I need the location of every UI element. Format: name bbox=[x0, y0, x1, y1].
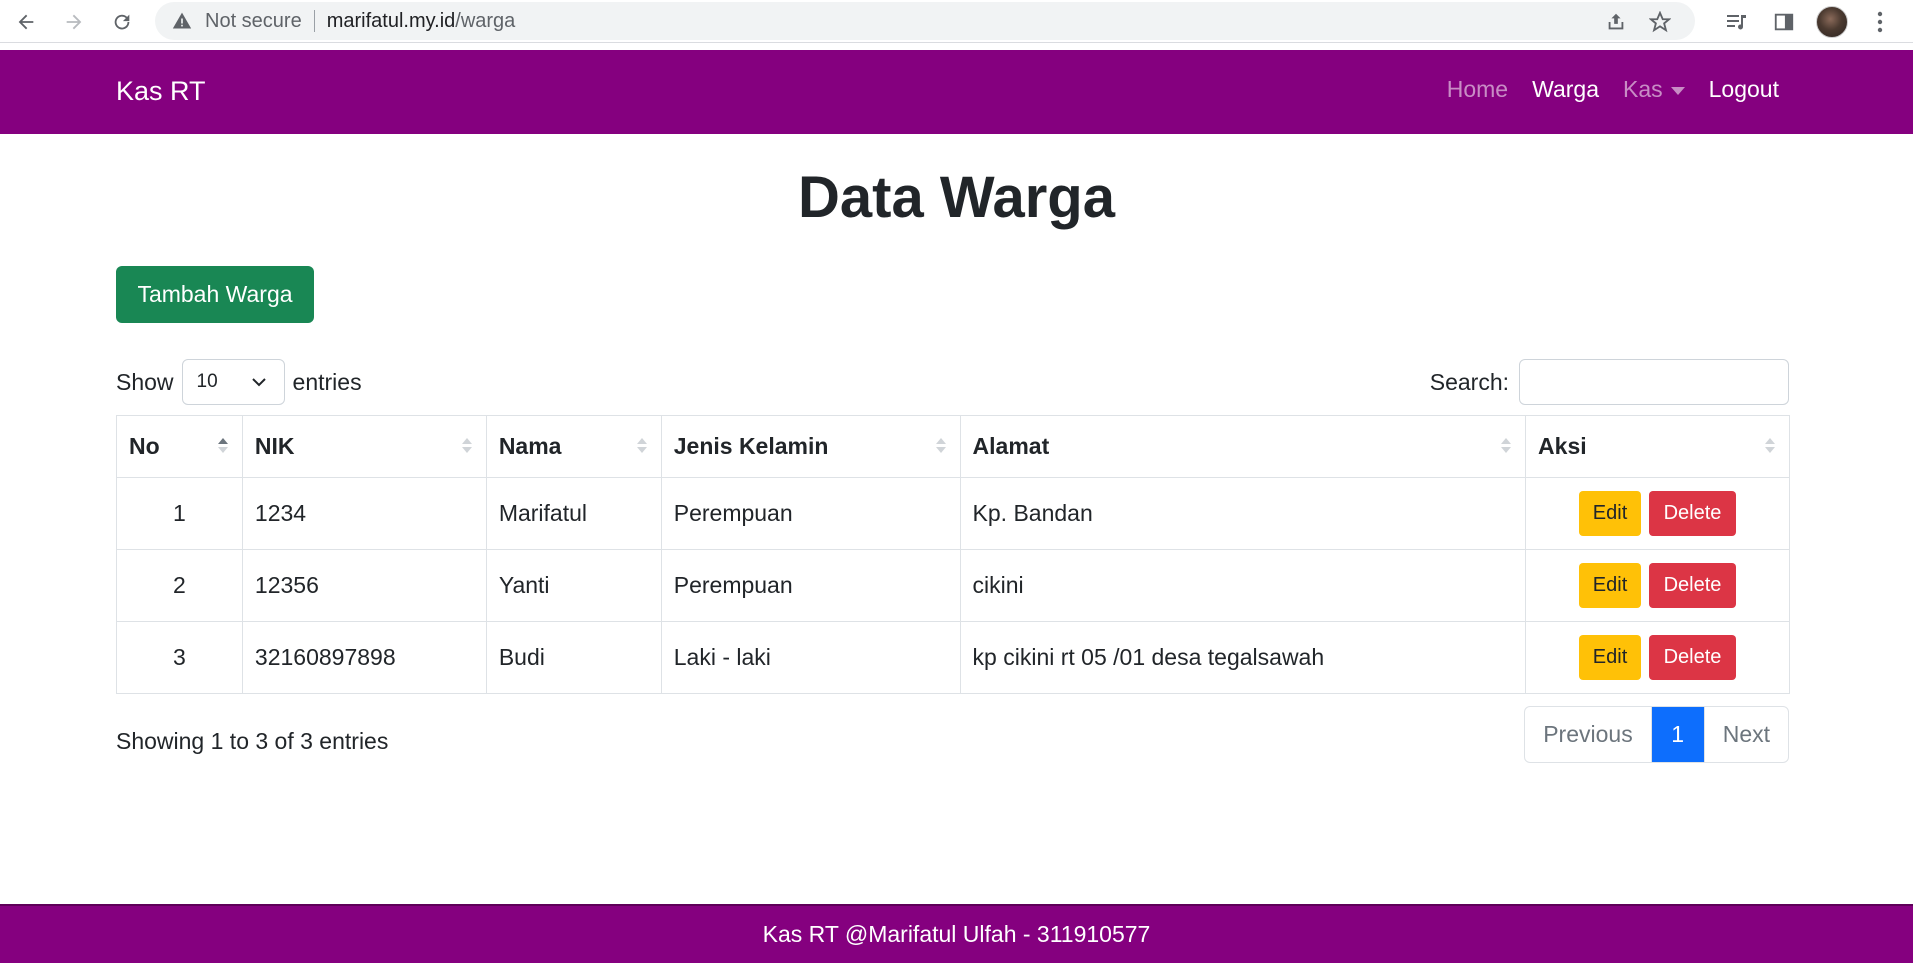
page-title: Data Warga bbox=[798, 165, 1115, 230]
column-header-label: Nama bbox=[498, 433, 562, 459]
cell-no: 3 bbox=[116, 621, 243, 694]
bookmark-star-icon[interactable] bbox=[1648, 10, 1672, 38]
omnibox-divider bbox=[313, 10, 315, 32]
sort-icon bbox=[217, 438, 228, 458]
nav-warga[interactable]: Warga bbox=[1532, 76, 1599, 103]
warning-icon bbox=[171, 10, 193, 32]
cell-nik: 1234 bbox=[241, 477, 487, 550]
column-header-label: Jenis Kelamin bbox=[673, 433, 829, 459]
delete-button[interactable]: Delete bbox=[1649, 563, 1737, 608]
cell-nik: 32160897898 bbox=[241, 621, 487, 694]
cell-jenis-kelamin: Perempuan bbox=[660, 477, 961, 550]
edit-button[interactable]: Edit bbox=[1579, 635, 1642, 680]
share-icon[interactable] bbox=[1605, 11, 1627, 38]
cell-nama: Budi bbox=[485, 621, 662, 694]
caret-down-icon bbox=[1670, 86, 1685, 95]
nav-kas-label: Kas bbox=[1623, 76, 1663, 102]
cell-no: 1 bbox=[116, 477, 243, 550]
entries-select[interactable]: 10 bbox=[181, 359, 285, 405]
column-header-no[interactable]: No bbox=[116, 415, 243, 478]
url-host: marifatul.my.id bbox=[326, 9, 456, 32]
show-label: Show bbox=[116, 368, 174, 395]
cell-alamat: Kp. Bandan bbox=[959, 477, 1527, 550]
search-input[interactable] bbox=[1519, 359, 1789, 405]
browser-toolbar: Not secure marifatul.my.id/warga bbox=[0, 0, 1913, 43]
table-row: 2 12356 Yanti Perempuan cikini Edit Delet… bbox=[116, 549, 1790, 622]
column-header-label: No bbox=[129, 433, 160, 459]
column-header-aksi[interactable]: Aksi bbox=[1525, 415, 1790, 478]
table-info: Showing 1 to 3 of 3 entries bbox=[116, 728, 389, 754]
next-button[interactable]: Next bbox=[1703, 707, 1788, 762]
column-header-label: Alamat bbox=[972, 433, 1050, 459]
security-label[interactable]: Not secure bbox=[205, 10, 302, 33]
navbar-brand[interactable]: Kas RT bbox=[116, 76, 206, 107]
cell-nama: Yanti bbox=[485, 549, 662, 622]
url-path: /warga bbox=[455, 9, 516, 32]
table-row: 1 1234 Marifatul Perempuan Kp. Bandan Ed… bbox=[116, 477, 1790, 550]
cell-nama: Marifatul bbox=[485, 477, 662, 550]
table-header-row: No NIK Nama Jenis Kelamin Alamat Aksi bbox=[116, 415, 1790, 478]
page-footer: Kas RT @Marifatul Ulfah - 311910577 bbox=[0, 904, 1913, 963]
sort-icon bbox=[1501, 438, 1512, 458]
delete-button[interactable]: Delete bbox=[1649, 491, 1737, 536]
pagination: Previous 1 Next bbox=[1524, 706, 1789, 763]
cell-alamat: cikini bbox=[959, 549, 1527, 622]
sort-icon bbox=[1765, 438, 1775, 458]
cell-aksi: Edit Delete bbox=[1525, 549, 1790, 622]
edit-button[interactable]: Edit bbox=[1579, 491, 1642, 536]
avatar bbox=[1816, 6, 1848, 38]
chevron-down-icon bbox=[251, 371, 266, 393]
url-text[interactable]: marifatul.my.id/warga bbox=[327, 10, 516, 33]
cell-no: 2 bbox=[116, 549, 243, 622]
sort-icon bbox=[935, 438, 946, 458]
nav-home[interactable]: Home bbox=[1447, 76, 1508, 103]
profile-avatar[interactable] bbox=[1814, 4, 1850, 40]
table-row: 3 32160897898 Budi Laki - laki kp cikini… bbox=[116, 621, 1790, 694]
previous-button[interactable]: Previous bbox=[1525, 707, 1652, 762]
add-warga-button[interactable]: Tambah Warga bbox=[116, 266, 314, 323]
forward-icon[interactable] bbox=[56, 4, 92, 40]
delete-button[interactable]: Delete bbox=[1649, 635, 1737, 680]
nav-logout[interactable]: Logout bbox=[1709, 76, 1779, 103]
nav-kas-dropdown[interactable]: Kas bbox=[1623, 76, 1685, 103]
column-header-alamat[interactable]: Alamat bbox=[959, 415, 1527, 478]
cell-jenis-kelamin: Laki - laki bbox=[660, 621, 961, 694]
reload-icon[interactable] bbox=[104, 4, 140, 40]
entries-length-control: Show 10 entries bbox=[116, 359, 362, 405]
column-header-label: Aksi bbox=[1538, 433, 1587, 459]
page-button-1[interactable]: 1 bbox=[1651, 707, 1704, 762]
column-header-label: NIK bbox=[254, 433, 295, 459]
search-label: Search: bbox=[1429, 368, 1509, 395]
nav-links: Home Warga Kas Logout bbox=[1447, 76, 1779, 103]
column-header-nik[interactable]: NIK bbox=[241, 415, 487, 478]
edit-button[interactable]: Edit bbox=[1579, 563, 1642, 608]
sort-icon bbox=[636, 438, 647, 458]
warga-table: No NIK Nama Jenis Kelamin Alamat Aksi 1 … bbox=[116, 415, 1790, 694]
cell-alamat: kp cikini rt 05 /01 desa tegalsawah bbox=[959, 621, 1527, 694]
back-icon[interactable] bbox=[8, 4, 44, 40]
entries-select-value: 10 bbox=[196, 371, 218, 392]
cell-aksi: Edit Delete bbox=[1525, 477, 1790, 550]
side-panel-icon[interactable] bbox=[1766, 4, 1802, 40]
top-navbar: Kas RT Home Warga Kas Logout bbox=[0, 50, 1913, 134]
sort-icon bbox=[461, 438, 472, 458]
entries-label: entries bbox=[292, 368, 362, 395]
column-header-jenis-kelamin[interactable]: Jenis Kelamin bbox=[660, 415, 961, 478]
cell-nik: 12356 bbox=[241, 549, 487, 622]
footer-text: Kas RT @Marifatul Ulfah - 311910577 bbox=[762, 921, 1151, 947]
cell-jenis-kelamin: Perempuan bbox=[660, 549, 961, 622]
cell-aksi: Edit Delete bbox=[1525, 621, 1790, 694]
media-control-icon[interactable] bbox=[1718, 4, 1754, 40]
more-menu-icon[interactable] bbox=[1862, 4, 1898, 40]
address-bar[interactable]: Not secure marifatul.my.id/warga bbox=[155, 2, 1695, 40]
column-header-nama[interactable]: Nama bbox=[485, 415, 662, 478]
table-search: Search: bbox=[1430, 359, 1789, 405]
